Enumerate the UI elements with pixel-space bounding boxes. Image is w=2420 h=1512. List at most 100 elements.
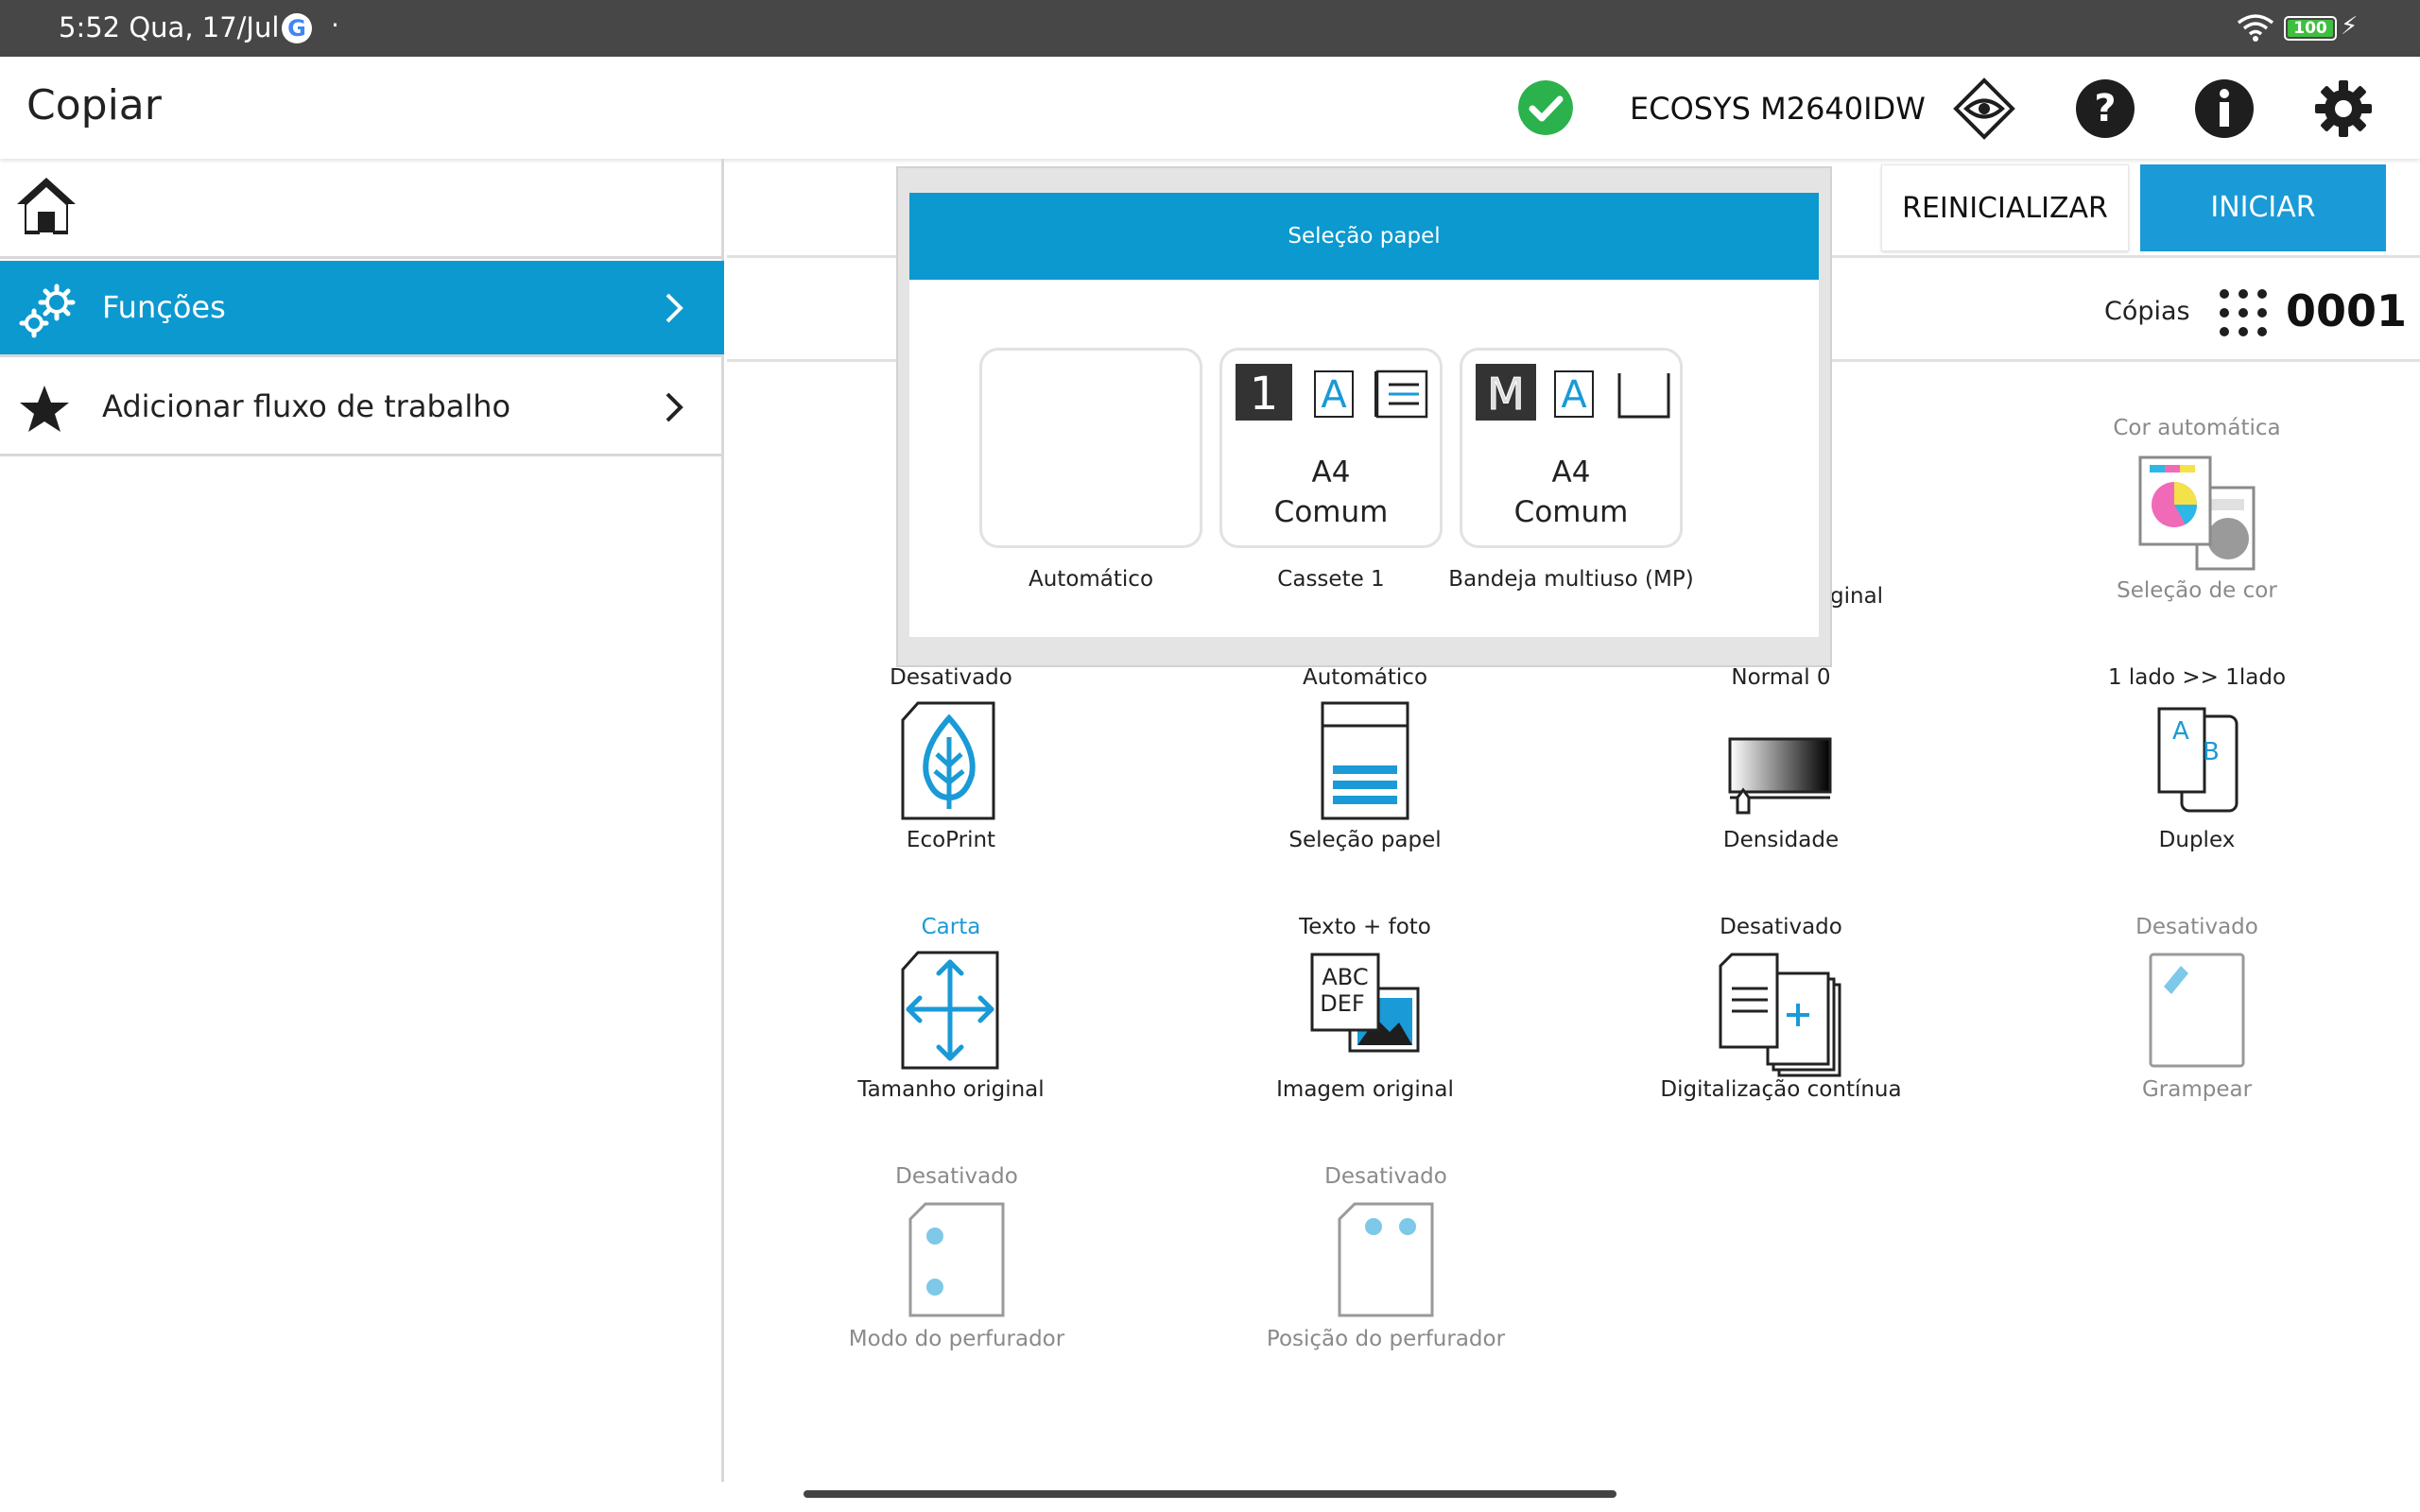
help-icon[interactable]: ? <box>2074 77 2136 140</box>
function-punch-position[interactable]: Desativado Posição do perfurador <box>1197 1164 1575 1382</box>
tile-name: Modo do perfurador <box>848 1327 1065 1351</box>
paper-option-cassette-1[interactable]: 1 A A4 Comum <box>1219 348 1443 548</box>
paper-size: A4 Comum <box>1222 453 1440 532</box>
function-color-selection[interactable]: Cor automática Seleção de cor <box>2008 416 2386 633</box>
battery-level: 100 <box>2288 20 2333 37</box>
sidebar-item-add-workflow[interactable]: Adicionar fluxo de trabalho <box>0 360 724 456</box>
function-staple[interactable]: Desativado Grampear <box>2008 915 2386 1132</box>
chevron-right-icon <box>666 392 683 422</box>
device-name[interactable]: ECOSYS M2640IDW <box>1630 91 1926 127</box>
chevron-right-icon <box>666 293 683 323</box>
preview-eye-icon[interactable] <box>1953 77 2015 140</box>
tile-name: Seleção de cor <box>2117 578 2277 603</box>
charging-icon: ⚡ <box>2341 12 2359 41</box>
function-continuous-scan[interactable]: Desativado Digitalização contínua <box>1592 915 1970 1132</box>
home-row <box>0 159 724 259</box>
density-gradient-icon <box>1728 737 1832 815</box>
sidebar-item-functions[interactable]: Funções <box>0 261 724 357</box>
tile-name: Grampear <box>2141 1077 2253 1102</box>
tile-status: Desativado <box>895 1164 1018 1189</box>
tile-name: Tamanho original <box>857 1077 1045 1102</box>
function-paper-selection[interactable]: Automático Seleção papel <box>1176 665 1554 883</box>
paper-option-label: Bandeja multiuso (MP) <box>1448 567 1694 592</box>
copies-value[interactable]: 0001 <box>2286 285 2407 336</box>
color-selection-icon <box>2138 455 2256 571</box>
start-button[interactable]: INICIAR <box>2140 164 2386 251</box>
svg-text:A: A <box>1561 373 1587 417</box>
paper-type-value: Comum <box>1273 495 1389 529</box>
tile-name: EcoPrint <box>906 828 996 852</box>
settings-gear-icon[interactable] <box>2312 77 2375 140</box>
status-bar: 5:52 Qua, 17/Jul G · 100 ⚡ <box>0 0 2420 57</box>
punch-mode-icon <box>908 1202 1005 1317</box>
duplex-icon: A B <box>2157 707 2238 813</box>
tile-name: Imagem original <box>1276 1077 1454 1102</box>
tile-name: Posição do perfurador <box>1266 1327 1506 1351</box>
continuous-scan-icon <box>1719 953 1841 1077</box>
app-header: Copiar ECOSYS M2640IDW ? <box>0 57 2420 159</box>
tile-name: Densidade <box>1722 828 1840 852</box>
home-icon[interactable] <box>13 174 79 238</box>
tile-status: Carta <box>921 915 981 939</box>
tile-status: Normal 0 <box>1731 665 1831 690</box>
tile-status: Texto + foto <box>1299 915 1431 939</box>
function-ecoprint[interactable]: Desativado EcoPrint <box>762 665 1140 883</box>
tile-status: Desativado <box>890 665 1012 690</box>
function-punch-mode[interactable]: Desativado Modo do perfurador <box>768 1164 1146 1382</box>
punch-position-icon <box>1338 1202 1434 1317</box>
original-size-arrows-icon <box>901 951 999 1070</box>
tile-name: Digitalização contínua <box>1660 1077 1902 1102</box>
popup-title: Seleção papel <box>909 193 1819 280</box>
keypad-icon[interactable] <box>2218 287 2269 338</box>
sidebar-item-label: Funções <box>102 289 226 325</box>
function-original-size[interactable]: Carta Tamanho original <box>762 915 1140 1132</box>
status-ok-icon[interactable] <box>1518 80 1573 135</box>
cassette-1-icons: 1 A <box>1236 364 1428 421</box>
function-density[interactable]: Normal 0 Densidade <box>1592 665 1970 883</box>
paper-option-auto[interactable] <box>979 348 1202 548</box>
tile-status: Desativado <box>1720 915 1842 939</box>
tile-status: Desativado <box>2135 915 2258 939</box>
function-original-image[interactable]: Texto + foto ABC DEF Imagem original <box>1176 915 1554 1132</box>
paper-tray-icon <box>1321 701 1409 820</box>
paper-size-value: A4 <box>1551 455 1591 490</box>
svg-text:ABC: ABC <box>1322 964 1368 990</box>
cassette-number-badge: 1 <box>1250 368 1279 421</box>
svg-text:?: ? <box>2094 87 2116 130</box>
gears-icon <box>19 284 76 338</box>
screen: 5:52 Qua, 17/Jul G · 100 ⚡ Copiar ECOSYS… <box>0 0 2420 1512</box>
svg-text:B: B <box>2203 738 2220 766</box>
svg-text:DEF: DEF <box>1320 990 1364 1017</box>
tile-name: Duplex <box>2158 828 2236 852</box>
tile-status: Automático <box>1302 665 1428 690</box>
svg-text:A: A <box>2172 717 2189 746</box>
tile-name: Seleção papel <box>1288 828 1442 852</box>
star-icon <box>20 386 69 432</box>
wifi-icon <box>2237 14 2274 42</box>
tile-status: Cor automática <box>2113 416 2281 440</box>
tile-status: 1 lado >> 1lado <box>2107 665 2287 690</box>
paper-size: A4 Comum <box>1462 453 1680 532</box>
battery-icon: 100 <box>2284 16 2337 41</box>
ecoprint-leaf-icon <box>901 701 995 820</box>
tile-status: Desativado <box>1324 1164 1447 1189</box>
svg-text:A: A <box>1321 373 1347 417</box>
paper-option-mp-tray[interactable]: M A A4 Comum <box>1460 348 1683 548</box>
notification-dot-icon: · <box>331 9 339 41</box>
mp-tray-badge: M <box>1487 369 1525 420</box>
hidden-tile-fragment: ginal <box>1830 584 1884 609</box>
home-indicator[interactable] <box>804 1490 1616 1498</box>
page-title: Copiar <box>26 81 162 129</box>
function-duplex[interactable]: 1 lado >> 1lado A B Duplex <box>2008 665 2386 883</box>
status-time: 5:52 Qua, 17/Jul <box>59 11 280 43</box>
text-photo-icon: ABC DEF <box>1310 953 1420 1053</box>
paper-selection-popup: Seleção papel Automático 1 A A4 Comum Ca… <box>909 193 1819 637</box>
google-icon: G <box>282 13 312 43</box>
reset-button[interactable]: REINICIALIZAR <box>1881 164 2129 251</box>
staple-icon <box>2149 953 2245 1068</box>
info-icon[interactable] <box>2193 77 2256 140</box>
paper-type-value: Comum <box>1513 495 1629 529</box>
mp-tray-icons: M A <box>1476 364 1670 421</box>
sidebar: Funções Adicionar fluxo de trabalho <box>0 159 724 1482</box>
sidebar-item-label: Adicionar fluxo de trabalho <box>102 388 511 424</box>
